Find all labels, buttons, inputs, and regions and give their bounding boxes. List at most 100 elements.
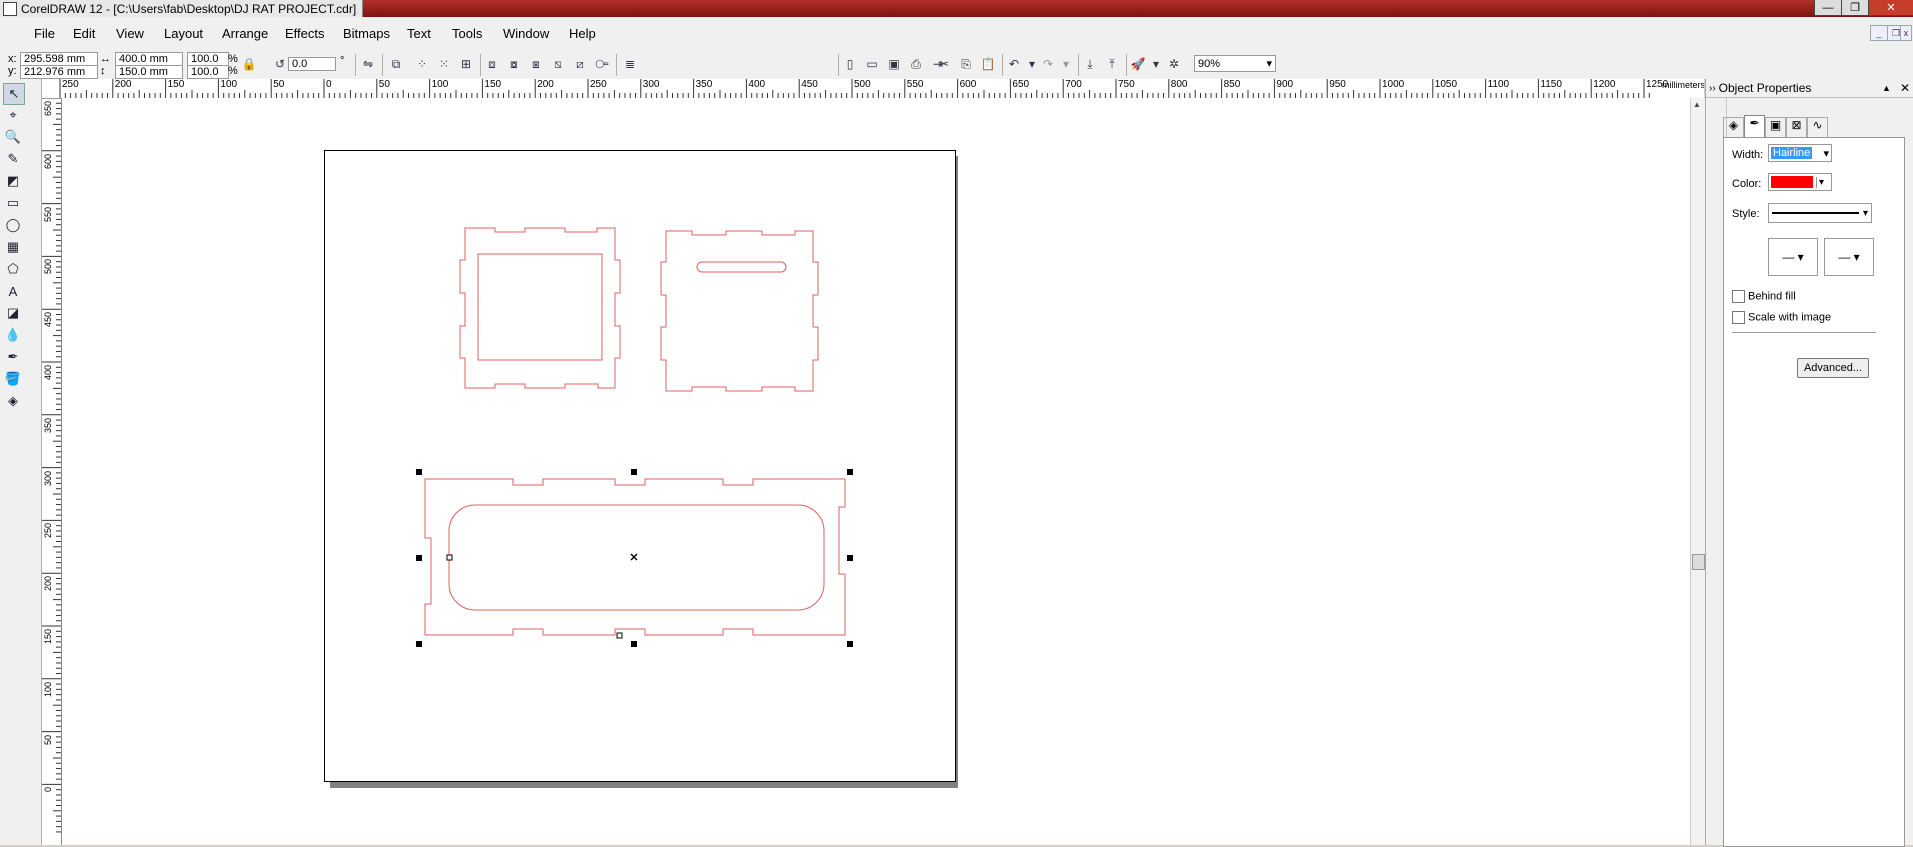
cut-icon[interactable]: ✂ (936, 56, 952, 72)
mdi-close-button[interactable]: x (1900, 25, 1912, 41)
trim-icon[interactable]: ⧇ (506, 56, 522, 72)
align-distribute-icon[interactable]: ≣ (622, 56, 638, 72)
selection-handle[interactable] (847, 641, 853, 647)
ungroup-all-icon[interactable]: ⁙ (436, 56, 452, 72)
zoom-level-dropdown[interactable]: 90% ▾ (1194, 55, 1276, 72)
curve-tab-icon[interactable]: ∿ (1807, 117, 1828, 139)
menu-view[interactable]: View (116, 26, 144, 41)
pick-tool-icon[interactable]: ↖ (3, 83, 25, 105)
menu-text[interactable]: Text (407, 26, 431, 41)
menu-layout[interactable]: Layout (164, 26, 203, 41)
behind-fill-checkbox[interactable] (1732, 290, 1745, 303)
menu-file[interactable]: File (34, 26, 55, 41)
shape-tool-icon[interactable]: ⌖ (3, 105, 23, 125)
selection-handle[interactable] (631, 641, 637, 647)
selection-handle[interactable] (631, 469, 637, 475)
ungroup-icon[interactable]: ⁘ (414, 56, 430, 72)
selection-handle[interactable] (416, 469, 422, 475)
corel-online-icon[interactable]: ✲ (1166, 56, 1182, 72)
outline-tab-icon[interactable]: ✒ (1744, 115, 1765, 138)
menu-edit[interactable]: Edit (73, 26, 95, 41)
node-marker[interactable] (446, 554, 453, 561)
mirror-icon[interactable]: ⇋ (360, 56, 376, 72)
general-tab-icon[interactable]: ▣ (1765, 117, 1786, 139)
docker-menu-icon[interactable]: ▲ (1882, 83, 1891, 93)
start-arrowhead-dropdown[interactable]: — ▾ (1768, 238, 1818, 276)
box-rounded-cutout[interactable] (448, 504, 825, 611)
rectangle-tool-icon[interactable]: ▭ (3, 193, 23, 213)
outline-width-dropdown[interactable]: Hairline ▾ (1768, 144, 1832, 162)
box-side-panel-right[interactable] (660, 230, 819, 392)
simplify-icon[interactable]: ⧅ (550, 56, 566, 72)
line-style-dropdown[interactable]: ▾ (1768, 203, 1872, 223)
box-side-panel-left[interactable] (459, 227, 621, 389)
docker-collapse-icon[interactable]: ›› (1709, 83, 1716, 94)
open-icon[interactable]: ▭ (864, 56, 880, 72)
interactive-fill-tool-icon[interactable]: ◈ (3, 391, 23, 411)
undo-icon[interactable]: ↶ (1006, 56, 1022, 72)
save-icon[interactable]: ▣ (886, 56, 902, 72)
end-arrowhead-dropdown[interactable]: — ▾ (1824, 238, 1874, 276)
minimize-button[interactable]: — (1814, 0, 1842, 16)
fill-tab-icon[interactable]: ◈ (1723, 117, 1744, 139)
detail-tab-icon[interactable]: ⊠ (1786, 117, 1807, 139)
advanced-button[interactable]: Advanced... (1797, 358, 1869, 378)
undo-dropdown-icon[interactable]: ▾ (1024, 56, 1040, 72)
rotation-field[interactable]: 0.0 (288, 57, 336, 71)
x-position-field[interactable]: 295.598 mm (20, 52, 98, 66)
ellipse-tool-icon[interactable]: ◯ (3, 215, 23, 235)
launcher-dropdown-icon[interactable]: ▾ (1148, 56, 1164, 72)
scroll-up-icon[interactable]: ▲ (1693, 100, 1701, 109)
selection-handle[interactable] (847, 469, 853, 475)
selection-handle[interactable] (847, 555, 853, 561)
menu-help[interactable]: Help (569, 26, 596, 41)
combine-icon[interactable]: ⊞ (458, 56, 474, 72)
intersect-icon[interactable]: ⧆ (528, 56, 544, 72)
center-cross-icon[interactable] (630, 553, 638, 561)
freehand-tool-icon[interactable]: ✎ (3, 149, 23, 169)
text-tool-icon[interactable]: A (3, 281, 23, 301)
outline-tool-icon[interactable]: ✒ (3, 347, 23, 367)
new-document-icon[interactable]: ▯ (842, 56, 858, 72)
outline-color-picker[interactable]: ▾ (1768, 173, 1832, 191)
drawing-canvas[interactable] (62, 98, 1690, 845)
interactive-blend-tool-icon[interactable]: ◪ (3, 303, 23, 323)
object-height-field[interactable]: 150.0 mm (115, 65, 183, 79)
scale-y-field[interactable]: 100.0 (187, 65, 229, 79)
basic-shapes-tool-icon[interactable]: ⬠ (3, 259, 23, 279)
fill-tool-icon[interactable]: 🪣 (3, 369, 23, 389)
weld-icon[interactable]: ⧈ (484, 56, 500, 72)
scrollbar-thumb[interactable] (1692, 554, 1705, 570)
export-file-icon[interactable]: ⤒ (1104, 56, 1120, 72)
box-slot-cutout[interactable] (696, 261, 787, 273)
object-width-field[interactable]: 400.0 mm (115, 52, 183, 66)
redo-icon[interactable]: ↷ (1040, 56, 1056, 72)
back-minus-front-icon[interactable]: ⧃ (594, 56, 610, 72)
application-launcher-icon[interactable]: 🚀 (1130, 56, 1146, 72)
behind-fill-option[interactable]: Behind fill (1732, 290, 1796, 303)
vertical-ruler[interactable]: 650 600 550 500 450 400 350 300 250 200 150 100 50 0 (42, 98, 62, 845)
scale-with-image-checkbox[interactable] (1732, 311, 1745, 324)
eyedropper-tool-icon[interactable]: 💧 (3, 325, 23, 345)
menu-tools[interactable]: Tools (452, 26, 482, 41)
restore-button[interactable]: ❐ (1841, 0, 1869, 16)
node-marker[interactable] (616, 632, 623, 639)
redo-dropdown-icon[interactable]: ▾ (1058, 56, 1074, 72)
selection-handle[interactable] (416, 555, 422, 561)
lock-ratio-icon[interactable]: 🔒 (241, 56, 257, 72)
smart-fill-tool-icon[interactable]: ◩ (3, 171, 23, 191)
graph-paper-tool-icon[interactable]: ▦ (3, 237, 23, 257)
selection-handle[interactable] (416, 641, 422, 647)
menu-bitmaps[interactable]: Bitmaps (343, 26, 390, 41)
mdi-minimize-button[interactable]: _ (1870, 25, 1888, 41)
front-minus-back-icon[interactable]: ⧄ (572, 56, 588, 72)
paste-icon[interactable]: 📋 (980, 56, 996, 72)
group-icon[interactable]: ⧉ (388, 56, 404, 72)
docker-close-icon[interactable]: ✕ (1900, 81, 1910, 95)
menu-window[interactable]: Window (503, 26, 549, 41)
scale-x-field[interactable]: 100.0 (187, 52, 229, 66)
zoom-tool-icon[interactable]: 🔍 (3, 127, 23, 147)
vertical-scrollbar[interactable]: ▲ (1690, 98, 1705, 845)
y-position-field[interactable]: 212.976 mm (20, 65, 98, 79)
import-icon[interactable]: ⤓ (1082, 56, 1098, 72)
